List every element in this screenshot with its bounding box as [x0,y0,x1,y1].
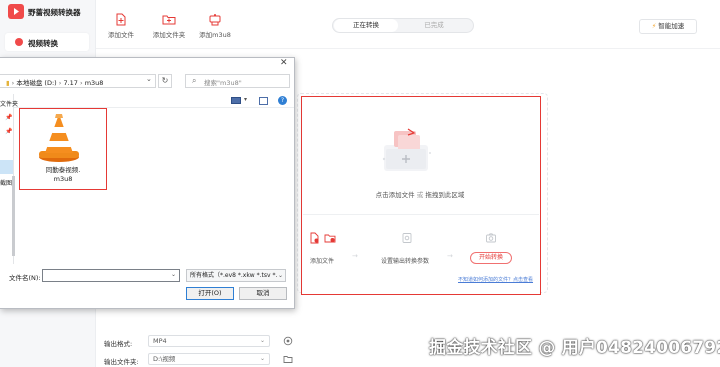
search-placeholder: 搜索"m3u8" [204,79,242,87]
breadcrumb: ▮ › 本地磁盘 (D:) › 7.17 › m3u8 [6,77,103,87]
address-dropdown-icon[interactable]: ⌄ [146,75,152,83]
step-camera-icon [486,233,496,243]
output-folder-select[interactable]: D:\视频 ⌄ [148,353,270,365]
view-dropdown-icon[interactable]: ▾ [244,96,247,103]
output-format-label: 输出格式: [104,340,133,348]
help-icon[interactable]: ? [278,96,287,105]
add-file-button[interactable]: 添加文件 [96,13,146,43]
breadcrumb-current[interactable]: m3u8 [85,79,104,87]
search-input[interactable]: ⌕ 搜索"m3u8" [185,74,290,88]
app-logo-icon [8,4,24,19]
video-convert-icon [15,38,23,46]
step-add-folder-icon [324,234,336,243]
pin-icon: 📌 [5,114,13,121]
header-divider [96,48,720,49]
folder-icon: ▮ [6,79,10,87]
file-name-line2: m3u8 [53,175,73,183]
help-link[interactable]: 不知道如何添加的文件？点击查看 [458,276,533,283]
smart-accel-button[interactable]: ⚡ 智能加速 [639,19,697,34]
open-folder-icon[interactable] [283,354,293,364]
start-convert-button[interactable]: 开始转换 [470,252,512,264]
drop-hint-drag: 拖拽到此区域 [425,191,465,199]
add-m3u8-label: 添加m3u8 [199,31,231,39]
drop-hint: 点击添加文件 或 拖拽到此区域 [330,189,510,199]
step-settings-label: 设置输出转换参数 [381,258,430,265]
open-button[interactable]: 打开(O) [186,287,234,300]
add-file-icon [116,13,126,26]
preview-pane-icon[interactable] [259,97,268,105]
file-name-label: 同勤泰视频. m3u8 [26,166,100,184]
output-folder-label: 输出文件夹: [104,358,139,366]
chevron-right-icon: › [11,79,15,87]
filename-input[interactable]: ⌄ [42,269,180,282]
file-name-line1: 同勤泰视频. [45,166,81,174]
view-mode-icon[interactable] [231,97,241,104]
chevron-right-icon: › [58,79,62,87]
refresh-button[interactable]: ↻ [158,74,172,88]
chevron-down-icon: ⌄ [259,337,265,344]
close-icon[interactable]: ✕ [280,58,288,68]
format-settings-icon[interactable] [283,336,293,346]
add-folder-icon [162,15,176,25]
tab-converting[interactable]: 正在转换 [334,19,398,32]
tree-item-folder[interactable]: 文件夹 [0,99,18,108]
filename-label: 文件名(N): [9,274,41,282]
vlc-file-icon [39,114,79,162]
filetype-select[interactable]: 所有格式（*.ev8 *.xkw *.tsv *. ⌄ [186,269,286,282]
filetype-value: 所有格式（*.ev8 *.xkw *.tsv *. [190,272,278,279]
step-add-file-icon [310,232,319,244]
smart-accel-label: 智能加速 [658,22,685,30]
step-settings-icon [402,233,412,243]
step-add-file-label: 添加文件 [310,258,335,265]
breadcrumb-drive[interactable]: 本地磁盘 (D:) [16,79,56,87]
add-folder-label: 添加文件夹 [152,31,186,39]
folder-add-icon [382,128,431,171]
lightning-icon: ⚡ [651,22,657,30]
drop-hint-or: 或 [416,191,424,199]
step-arrow-icon: → [352,252,358,260]
drop-hint-click[interactable]: 点击添加文件 [376,191,415,199]
app-title: 野蔷视频转换器 [28,8,81,17]
tree-selected-item[interactable] [0,160,13,174]
scrollbar[interactable] [12,176,15,256]
cancel-button[interactable]: 取消 [239,287,287,300]
tab-done[interactable]: 已完成 [400,19,468,32]
sidebar-item-label: 视频转换 [28,39,58,48]
output-format-select[interactable]: MP4 ⌄ [148,335,270,347]
chevron-down-icon: ⌄ [259,355,265,362]
m3u8-icon [209,14,221,26]
step-arrow-icon: → [447,252,453,260]
output-folder-value: D:\视频 [153,355,176,363]
tree-item-screenshots[interactable]: 截图 [0,178,12,187]
breadcrumb-folder[interactable]: 7.17 [63,79,77,87]
pin-icon: 📌 [5,128,13,135]
watermark: 掘金技术社区 @ 用户048240067926 [429,338,720,358]
chevron-down-icon: ⌄ [277,272,283,279]
chevron-right-icon: › [80,79,83,87]
output-format-value: MP4 [153,337,167,345]
add-m3u8-button[interactable]: 添加m3u8 [190,13,240,43]
add-folder-button[interactable]: 添加文件夹 [144,13,194,43]
dialog-toolbar [0,94,294,108]
add-file-label: 添加文件 [108,31,134,39]
chevron-down-icon: ⌄ [170,271,176,278]
drop-divider [303,214,539,215]
search-icon: ⌕ [192,76,197,85]
